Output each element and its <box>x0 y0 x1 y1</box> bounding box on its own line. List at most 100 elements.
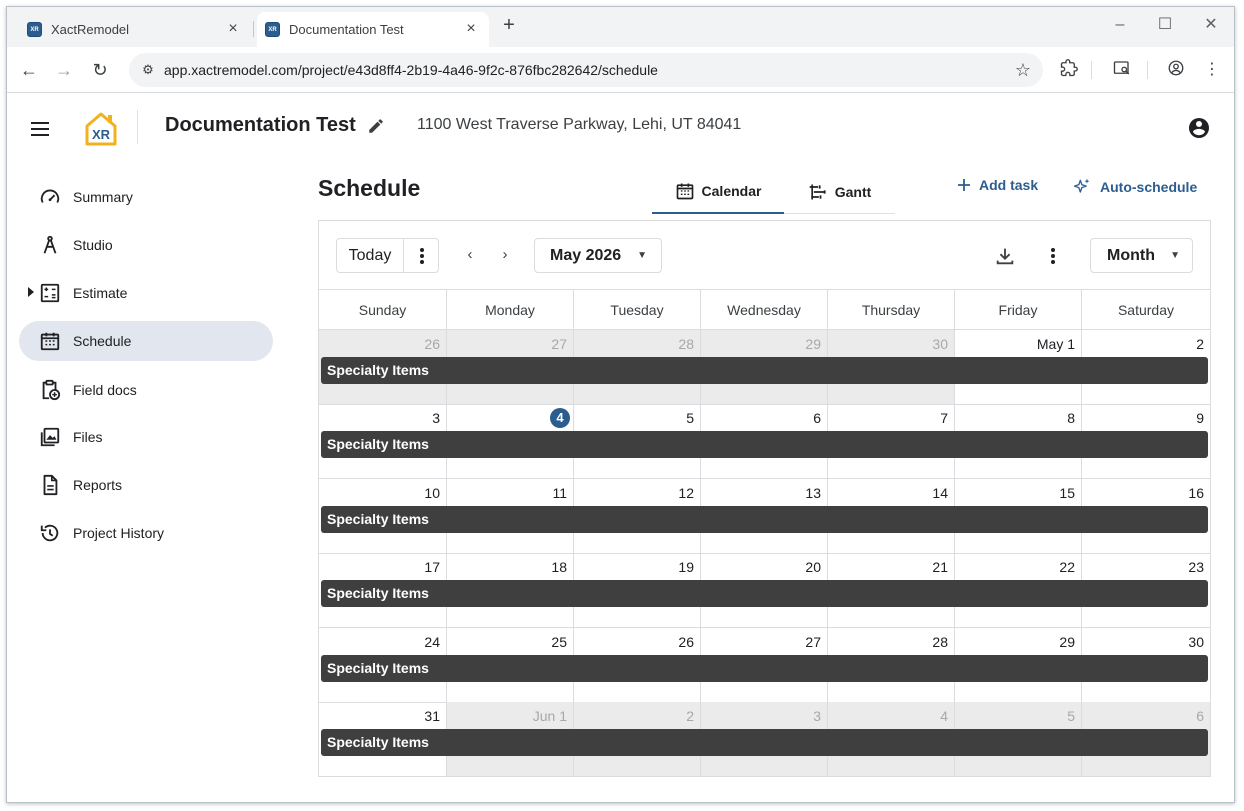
date-number: 25 <box>551 633 567 650</box>
weekday-header: Sunday <box>358 302 407 318</box>
chevron-down-icon: ▼ <box>1170 250 1180 261</box>
menu-icon[interactable] <box>31 122 49 136</box>
sidebar-item-estimate[interactable]: Estimate <box>19 273 273 313</box>
minimize-icon[interactable]: – <box>1110 15 1130 35</box>
date-number: 7 <box>940 410 948 427</box>
today-date-number: 4 <box>550 408 570 429</box>
tab-separator <box>253 21 254 37</box>
date-number: 26 <box>678 633 694 650</box>
sidebar-item-label: Estimate <box>73 285 128 301</box>
date-number: 13 <box>805 484 821 501</box>
next-month-icon[interactable]: › <box>497 247 513 263</box>
auto-schedule-label: Auto-schedule <box>1100 179 1198 195</box>
gantt-icon <box>809 184 826 200</box>
previous-month-icon[interactable]: ‹ <box>462 247 478 263</box>
weekday-header: Saturday <box>1081 290 1210 330</box>
month-label: May 2026 <box>550 247 622 264</box>
event-bar-specialty-items[interactable]: Specialty Items <box>321 654 1208 682</box>
date-number: 6 <box>1196 708 1204 724</box>
speedometer-icon <box>39 186 61 208</box>
today-button[interactable]: Today <box>337 239 403 272</box>
history-icon <box>39 522 61 544</box>
site-info-icon[interactable]: ⚙ <box>139 61 157 79</box>
add-task-button[interactable]: Add task <box>957 177 1038 193</box>
today-options-button[interactable] <box>403 239 439 272</box>
tab-gantt[interactable]: Gantt <box>784 170 895 214</box>
reload-icon[interactable]: ↻ <box>89 59 111 81</box>
sparkle-icon <box>1073 178 1090 193</box>
sidebar-item-studio[interactable]: Studio <box>19 225 273 265</box>
month-picker[interactable]: May 2026 ▼ <box>534 238 662 273</box>
new-tab-icon[interactable]: + <box>499 15 519 35</box>
view-tabs: Calendar Gantt <box>652 170 895 214</box>
account-circle-icon[interactable] <box>1187 116 1211 140</box>
week-row: 3 4 5 6 7 8 9 Specialty Items <box>319 404 1210 480</box>
sidebar-item-field-docs[interactable]: Field docs <box>19 370 273 410</box>
edit-pencil-icon[interactable] <box>367 117 387 137</box>
more-vert-icon <box>419 247 424 264</box>
xactremodel-logo[interactable]: XR <box>81 111 121 147</box>
forward-icon[interactable]: → <box>53 59 75 81</box>
calendar-more-button[interactable] <box>1042 245 1064 267</box>
url-text: app.xactremodel.com/project/e43d8ff4-2b1… <box>164 62 658 78</box>
close-tab-icon[interactable]: × <box>463 21 479 37</box>
date-number: 6 <box>813 410 821 427</box>
sidebar-item-label: Field docs <box>73 382 137 398</box>
date-number: 29 <box>1059 633 1075 650</box>
view-mode-select[interactable]: Month ▼ <box>1090 238 1193 273</box>
sidebar-item-files[interactable]: Files <box>19 417 273 457</box>
date-number: 24 <box>424 633 440 650</box>
event-bar-specialty-items[interactable]: Specialty Items <box>321 505 1208 533</box>
browser-toolbar: ← → ↻ ⚙ app.xactremodel.com/project/e43d… <box>7 47 1234 93</box>
bookmark-star-icon[interactable]: ☆ <box>1015 59 1031 81</box>
date-number: 22 <box>1059 559 1075 576</box>
browser-tab-xactremodel[interactable]: XR XactRemodel × <box>19 12 251 47</box>
date-number: 27 <box>805 633 821 650</box>
date-number: 18 <box>551 559 567 576</box>
browser-menu-icon[interactable]: ⋮ <box>1201 59 1223 81</box>
date-number: 31 <box>424 708 440 724</box>
date-number: 29 <box>805 336 821 352</box>
download-icon[interactable] <box>994 245 1016 267</box>
address-bar[interactable]: ⚙ app.xactremodel.com/project/e43d8ff4-2… <box>129 53 1043 87</box>
more-vert-icon <box>1051 248 1055 264</box>
tab-calendar[interactable]: Calendar <box>652 170 784 214</box>
event-bar-specialty-items[interactable]: Specialty Items <box>321 729 1208 756</box>
date-number: 5 <box>686 410 694 427</box>
extensions-icon[interactable] <box>1058 59 1080 81</box>
weekday-header: Monday <box>446 290 573 330</box>
auto-schedule-button[interactable]: Auto-schedule <box>1072 177 1197 197</box>
compass-icon <box>39 234 61 256</box>
profile-icon[interactable] <box>1165 59 1187 81</box>
photo-library-icon <box>39 426 61 448</box>
logo-text: XR <box>92 127 111 142</box>
toolbar-separator <box>1091 61 1092 79</box>
weekday-header-row: Sunday Monday Tuesday Wednesday Thursday Frid… <box>319 289 1210 330</box>
date-number: 2 <box>686 708 694 724</box>
event-bar-specialty-items[interactable]: Specialty Items <box>321 431 1208 459</box>
view-mode-label: Month <box>1107 247 1155 264</box>
date-number: 14 <box>932 484 948 501</box>
event-bar-specialty-items[interactable]: Specialty Items <box>321 357 1208 384</box>
sidebar-item-reports[interactable]: Reports <box>19 465 273 505</box>
date-number: 3 <box>432 410 440 427</box>
sidebar-item-label: Reports <box>73 477 123 493</box>
maximize-icon[interactable]: ☐ <box>1155 15 1175 35</box>
browser-window: XR XactRemodel × XR Documentation Test ×… <box>6 6 1235 803</box>
sidebar-item-label: Summary <box>73 189 133 205</box>
window-close-icon[interactable]: ✕ <box>1201 15 1221 35</box>
date-number: 27 <box>551 336 567 352</box>
tab-search-icon[interactable] <box>1111 59 1133 81</box>
sidebar-item-summary[interactable]: Summary <box>19 177 273 217</box>
browser-tab-documentation-test[interactable]: XR Documentation Test × <box>257 12 489 47</box>
expand-caret-icon[interactable] <box>28 287 34 297</box>
add-task-label: Add task <box>979 177 1039 193</box>
date-number: 26 <box>424 336 440 352</box>
project-address: 1100 West Traverse Parkway, Lehi, UT 840… <box>417 116 742 133</box>
sidebar-item-label: Files <box>73 429 103 445</box>
sidebar-item-schedule[interactable]: Schedule <box>19 321 273 361</box>
close-tab-icon[interactable]: × <box>225 21 241 37</box>
sidebar-item-project-history[interactable]: Project History <box>19 513 273 553</box>
event-bar-specialty-items[interactable]: Specialty Items <box>321 580 1208 608</box>
back-icon[interactable]: ← <box>18 59 40 81</box>
